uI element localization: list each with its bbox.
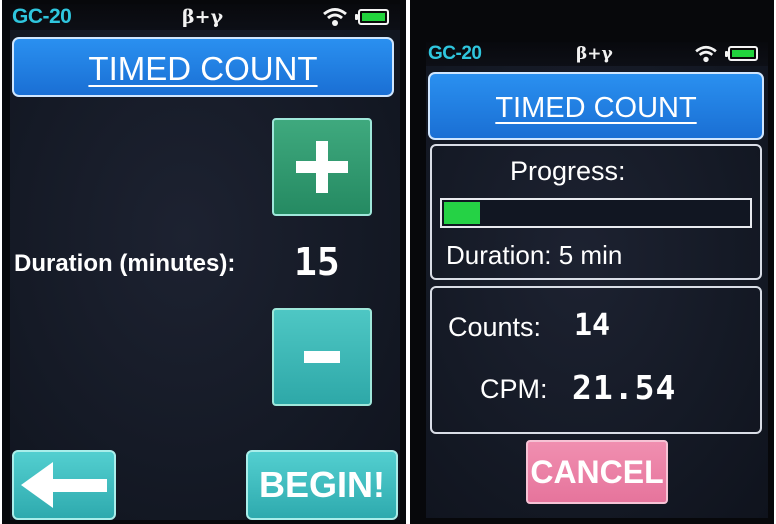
radiation-mode: β+γ (182, 6, 224, 28)
cpm-value: 21.54 (572, 368, 677, 407)
status-bar: GC-20 β+γ (10, 4, 400, 30)
device-model: GC-20 (428, 43, 482, 64)
back-arrow-icon (21, 462, 107, 508)
wifi-icon (323, 8, 347, 26)
progress-bar-fill (444, 202, 481, 224)
left-screen: GC-20 β+γ TIMED COUNT Duration (minutes)… (10, 4, 400, 520)
duration-label: Duration (minutes): (14, 250, 236, 277)
right-screen: GC-20 β+γ TIMED COUNT Progress: Duration… (426, 42, 768, 518)
progress-label: Progress: (510, 156, 626, 186)
cpm-label: CPM: (480, 374, 548, 404)
battery-icon (725, 46, 758, 61)
begin-button-label: BEGIN! (259, 464, 385, 505)
page-title-text: TIMED COUNT (495, 92, 697, 124)
plus-icon (296, 141, 348, 193)
duration-text: Duration: 5 min (446, 240, 623, 270)
battery-icon (355, 9, 389, 25)
right-device-bezel: GC-20 β+γ TIMED COUNT Progress: Duration… (410, 0, 774, 524)
device-model: GC-20 (12, 5, 72, 28)
minus-icon (304, 351, 340, 363)
cancel-button[interactable]: CANCEL (526, 440, 668, 504)
progress-panel: Progress: Duration: 5 min (430, 144, 762, 280)
begin-button[interactable]: BEGIN! (246, 450, 398, 520)
counts-value: 14 (574, 308, 611, 343)
page-title: TIMED COUNT (12, 37, 394, 97)
decrease-duration-button[interactable] (272, 308, 372, 406)
status-bar: GC-20 β+γ (426, 42, 768, 66)
radiation-mode: β+γ (576, 44, 613, 64)
left-device-bezel: GC-20 β+γ TIMED COUNT Duration (minutes)… (2, 0, 406, 524)
page-title-text: TIMED COUNT (88, 50, 318, 87)
wifi-icon (695, 45, 717, 63)
cancel-button-label: CANCEL (530, 453, 664, 490)
increase-duration-button[interactable] (272, 118, 372, 216)
progress-bar (440, 198, 752, 228)
duration-value: 15 (294, 240, 340, 284)
back-button[interactable] (12, 450, 116, 520)
results-panel: Counts: 14 CPM: 21.54 (430, 286, 762, 434)
page-title: TIMED COUNT (428, 72, 764, 140)
counts-label: Counts: (448, 312, 542, 342)
